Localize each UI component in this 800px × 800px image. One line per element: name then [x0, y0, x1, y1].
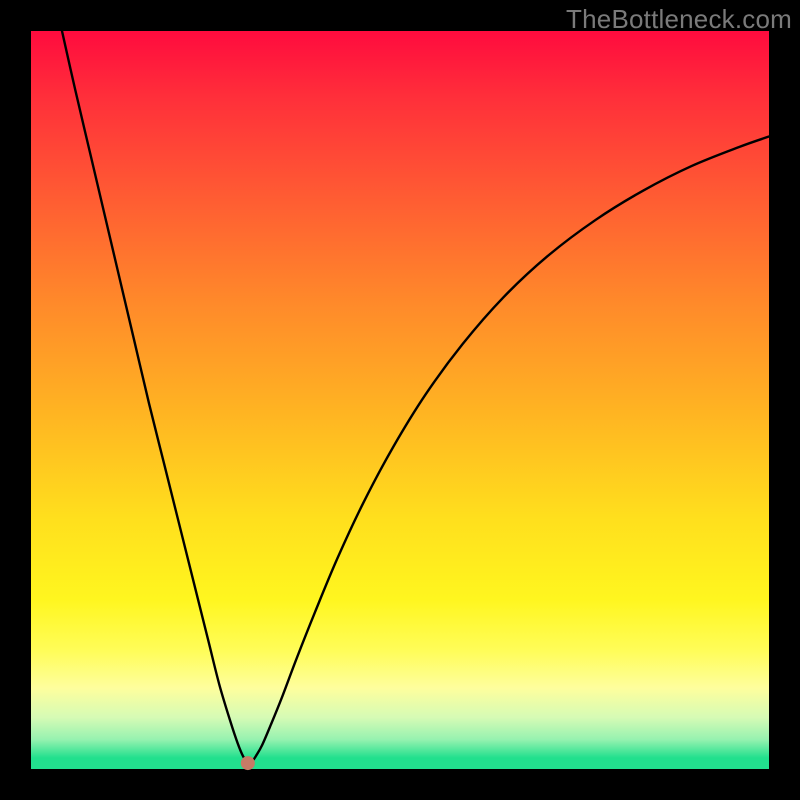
bottleneck-curve [62, 31, 769, 764]
optimum-marker [241, 756, 255, 770]
plot-area [31, 31, 769, 769]
chart-svg [31, 31, 769, 769]
watermark-text: TheBottleneck.com [566, 4, 792, 35]
chart-frame: TheBottleneck.com [0, 0, 800, 800]
